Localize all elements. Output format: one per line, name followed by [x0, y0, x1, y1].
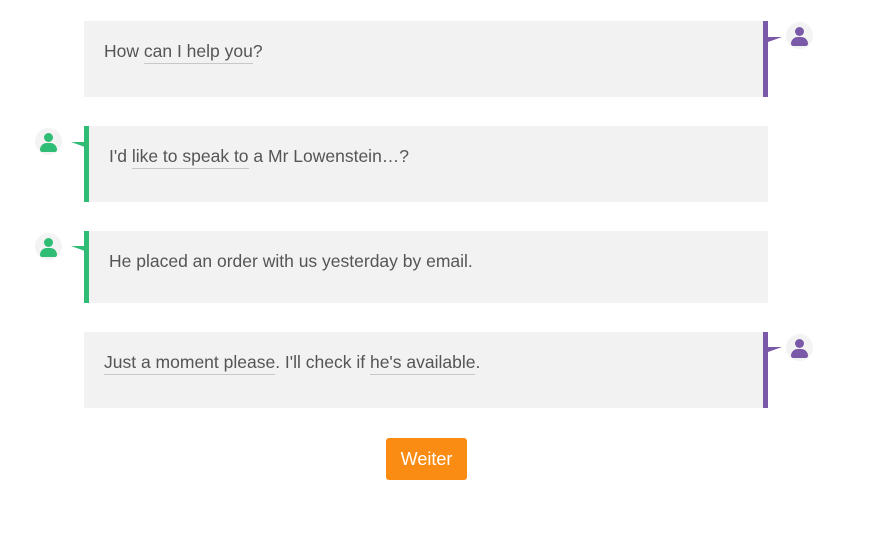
chat-message-right: Just a moment please. I'll check if he's… — [84, 332, 768, 408]
user-icon — [786, 22, 813, 49]
vocab-phrase[interactable]: he's available — [369, 352, 476, 375]
message-text: He placed an order with us yesterday by … — [109, 251, 473, 271]
bubble-tail — [71, 246, 85, 256]
bubble-tail — [768, 347, 782, 357]
chat-message-left: He placed an order with us yesterday by … — [84, 231, 768, 303]
message-text: Just a moment please. I'll check if he's… — [104, 352, 480, 375]
user-icon — [35, 233, 62, 260]
user-icon — [35, 128, 62, 155]
message-text: I'd like to speak to a Mr Lowenstein…? — [109, 146, 409, 169]
continue-button[interactable]: Weiter — [386, 438, 467, 480]
vocab-phrase[interactable]: Just a moment please — [104, 352, 276, 375]
message-text: How can I help you? — [104, 41, 263, 64]
bubble-tail — [71, 142, 85, 152]
user-icon — [786, 334, 813, 361]
bubble-tail — [768, 37, 782, 47]
vocab-phrase[interactable]: like to speak to — [131, 146, 249, 169]
chat-message-left: I'd like to speak to a Mr Lowenstein…? — [84, 126, 768, 202]
chat-message-right: How can I help you? — [84, 21, 768, 97]
vocab-phrase[interactable]: can I help you — [143, 41, 253, 64]
